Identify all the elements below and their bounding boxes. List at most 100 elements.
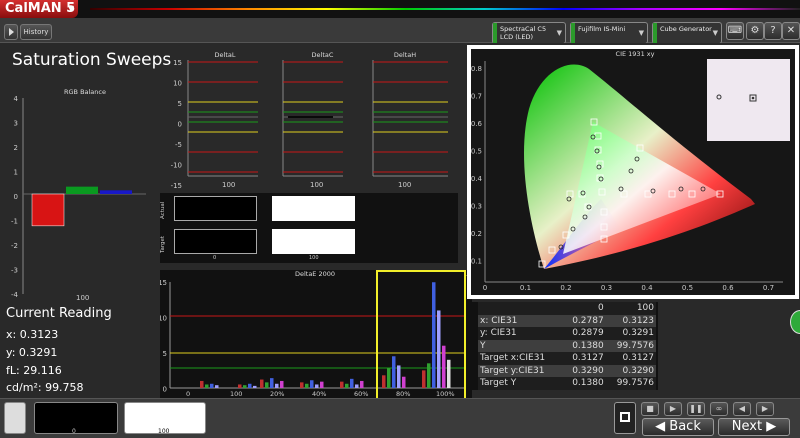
table-row: Target Y 0.1380 99.7576 bbox=[478, 377, 656, 390]
table-row: Target y:CIE31 0.3290 0.3290 bbox=[478, 364, 656, 377]
deltae-bar bbox=[310, 380, 314, 388]
table-row: Target x:CIE31 0.3127 0.3127 bbox=[478, 352, 656, 365]
deltae-xtick: 0 bbox=[186, 390, 191, 398]
test-pattern-icon[interactable] bbox=[4, 402, 26, 434]
loop-icon[interactable]: ∞ bbox=[710, 402, 728, 416]
table-cell: 99.7576 bbox=[605, 377, 656, 390]
deltae-bar bbox=[260, 379, 264, 388]
status-indicator bbox=[653, 23, 657, 43]
device-meter-select[interactable]: SpectraCal C5 LCD (LED) ▼ bbox=[492, 22, 566, 44]
keyboard-icon[interactable]: ⌨ bbox=[726, 22, 744, 40]
deltae-bar bbox=[215, 385, 219, 388]
table-cell: 0.3123 bbox=[605, 314, 656, 327]
rgb-xlabel: 100 bbox=[76, 294, 90, 302]
deltal-ytick: 0 bbox=[178, 121, 182, 129]
cie-ytick: 0.4 bbox=[471, 175, 483, 183]
device-source-select[interactable]: Fujifilm IS-Mini ▼ bbox=[570, 22, 648, 44]
deltae-xtick: 20% bbox=[270, 390, 285, 398]
reading-luminance: cd/m²: 99.758 bbox=[6, 381, 84, 394]
device-line1: Fujifilm IS-Mini bbox=[578, 25, 626, 33]
back-label: Back bbox=[669, 419, 701, 434]
cie-xtick: 0.4 bbox=[641, 284, 653, 292]
rgb-ytick: 4 bbox=[14, 95, 19, 103]
deltal-ytick: 15 bbox=[173, 59, 182, 67]
device-line1: SpectraCal C5 bbox=[500, 25, 547, 33]
chevron-left-icon: ◀ bbox=[655, 419, 670, 434]
table-row: x: CIE31 0.2787 0.3123 bbox=[478, 314, 656, 327]
help-icon[interactable]: ? bbox=[764, 22, 782, 40]
deltal-xlabel: 100 bbox=[222, 181, 236, 189]
deltae-bar bbox=[270, 378, 274, 388]
deltae-ytick: 15 bbox=[160, 279, 167, 287]
cie-xtick: 0.2 bbox=[560, 284, 571, 292]
step-swatch-100-label: 100 bbox=[158, 428, 170, 435]
device-line2: LCD (LED) bbox=[500, 33, 534, 41]
step-forward-icon[interactable]: ▶ bbox=[756, 402, 774, 416]
blue-balance-bar bbox=[100, 190, 132, 194]
app-logo-menu[interactable]: CalMAN 5 ▼ bbox=[0, 0, 78, 18]
rgb-ytick: 3 bbox=[14, 120, 18, 128]
target-swatch-100 bbox=[272, 229, 355, 254]
play-icon[interactable]: ▶ bbox=[664, 402, 682, 416]
deltae-bar bbox=[300, 382, 304, 388]
cie-ytick: 0.1 bbox=[471, 258, 482, 266]
deltae-bar bbox=[340, 381, 344, 388]
table-cell: 0.3290 bbox=[562, 364, 606, 377]
play-icon[interactable] bbox=[4, 24, 18, 40]
table-header-cell: 0 bbox=[562, 302, 606, 315]
chevron-right-icon: ▶ bbox=[762, 419, 777, 434]
step-swatch-0[interactable] bbox=[34, 402, 118, 434]
deltae-bar bbox=[205, 384, 209, 388]
deltae-bar bbox=[238, 384, 242, 388]
deltae-xtick: 40% bbox=[312, 390, 327, 398]
deltae-bar bbox=[275, 383, 279, 388]
deltae-bar bbox=[345, 383, 349, 388]
table-cell: Target y:CIE31 bbox=[478, 364, 563, 377]
deltae-bar bbox=[280, 380, 284, 388]
pause-icon[interactable]: ❚❚ bbox=[687, 402, 705, 416]
cie-data-table: 0 100 x: CIE31 0.2787 0.3123 y: CIE31 0.2879 0.… bbox=[478, 302, 656, 390]
page-title: Saturation Sweeps bbox=[12, 50, 172, 70]
green-balance-bar bbox=[66, 186, 98, 194]
cie-xtick: 0.1 bbox=[520, 284, 531, 292]
table-header-cell: 100 bbox=[605, 302, 656, 315]
deltal-ytick: -5 bbox=[175, 141, 182, 149]
deltae-bar bbox=[315, 384, 319, 388]
deltae-bar bbox=[265, 382, 269, 388]
rgb-balance-chart: 4 3 2 1 0 -1 -2 -3 -4 bbox=[11, 95, 146, 299]
target-swatch-0 bbox=[174, 229, 257, 254]
tab-history-1[interactable]: History 1 bbox=[20, 24, 52, 50]
table-row: Y 0.1380 99.7576 bbox=[478, 339, 656, 352]
cie-xtick: 0 bbox=[483, 284, 487, 292]
actual-swatch-100 bbox=[272, 196, 355, 221]
rgb-ytick: 0 bbox=[14, 193, 18, 201]
record-button[interactable] bbox=[614, 402, 636, 434]
actual-swatch-0 bbox=[174, 196, 257, 221]
settings-icon[interactable]: ⚙ bbox=[746, 22, 764, 40]
deltae-bar bbox=[200, 380, 204, 388]
deltae-bar bbox=[360, 380, 364, 388]
cie-diagram: 0 0.1 0.2 0.3 0.4 0.5 0.6 0.7 0.8 0.7 0.6 0.5 0.4 0.3… bbox=[471, 59, 790, 292]
reading-fl: fL: 29.116 bbox=[6, 364, 62, 377]
device-generator-select[interactable]: Cube Generator ▼ bbox=[652, 22, 722, 44]
back-button[interactable]: ◀ Back bbox=[642, 418, 714, 436]
step-back-icon[interactable]: ◀ bbox=[733, 402, 751, 416]
table-header-cell bbox=[478, 302, 563, 315]
app-logo: CalMAN 5 bbox=[5, 1, 76, 16]
rgb-ytick: -4 bbox=[11, 291, 19, 299]
table-cell: x: CIE31 bbox=[478, 314, 563, 327]
chevron-down-icon: ▼ bbox=[638, 29, 644, 37]
rgb-ytick: -1 bbox=[11, 218, 18, 226]
deltal-ytick: 5 bbox=[178, 100, 182, 108]
deltae-bar bbox=[243, 385, 247, 388]
deltae-bar bbox=[253, 385, 257, 388]
cie-xtick: 0.5 bbox=[682, 284, 693, 292]
chevron-down-icon: ▼ bbox=[67, 4, 74, 13]
stop-icon[interactable]: ■ bbox=[641, 402, 659, 416]
rgb-ytick: -3 bbox=[11, 267, 18, 275]
cie-xtick: 0.7 bbox=[763, 284, 774, 292]
next-button[interactable]: Next ▶ bbox=[718, 418, 790, 436]
deltal-ytick: -10 bbox=[171, 162, 182, 170]
close-icon[interactable]: ✕ bbox=[782, 22, 800, 40]
actual-row-label: Actual bbox=[160, 201, 166, 219]
